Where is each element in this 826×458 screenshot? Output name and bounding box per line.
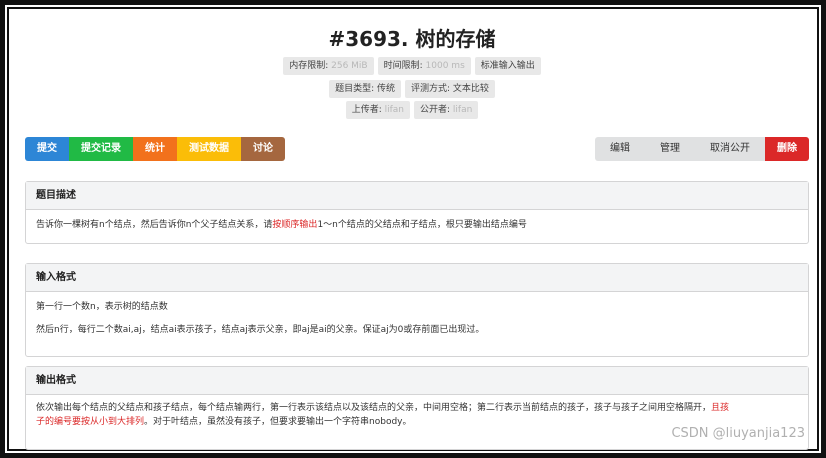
delete-button[interactable]: 删除 xyxy=(765,137,809,161)
submit-button[interactable]: 提交 xyxy=(25,137,69,161)
problem-action-bar: 提交 提交记录 统计 测试数据 讨论 xyxy=(25,137,285,161)
problem-page: #3693. 树的存储 内存限制: 256 MiB 时间限制: 1000 ms … xyxy=(15,15,809,450)
publisher-chip: 公开者: lifan xyxy=(414,101,479,119)
input-format-body: 第一行一个数n，表示树的结点数 然后n行，每行二个数ai,aj，结点ai表示孩子… xyxy=(26,292,808,345)
input-format-line-1: 第一行一个数n，表示树的结点数 xyxy=(36,302,168,312)
input-format-header: 输入格式 xyxy=(26,264,808,292)
uploader-chip: 上传者: lifan xyxy=(345,101,410,119)
csdn-watermark: CSDN @liuyanjia123 xyxy=(671,426,805,441)
time-limit-chip: 时间限制: 1000 ms xyxy=(377,57,471,75)
unpublish-button[interactable]: 取消公开 xyxy=(695,137,765,161)
description-highlight: 按顺序输出 xyxy=(272,220,318,230)
statistics-button[interactable]: 统计 xyxy=(133,137,177,161)
meta-row-limits: 内存限制: 256 MiB 时间限制: 1000 ms 标准输入输出 xyxy=(15,57,809,75)
edit-button[interactable]: 编辑 xyxy=(595,137,645,161)
judge-mode-chip: 评测方式: 文本比较 xyxy=(405,80,495,98)
problem-type-chip: 题目类型: 传统 xyxy=(329,80,401,98)
output-format-header: 输出格式 xyxy=(26,367,808,395)
admin-action-bar: 编辑 管理 取消公开 删除 xyxy=(595,137,809,161)
meta-row-people: 上传者: lifan 公开者: lifan xyxy=(15,101,809,119)
description-header: 题目描述 xyxy=(26,182,808,210)
window-frame: #3693. 树的存储 内存限制: 256 MiB 时间限制: 1000 ms … xyxy=(0,0,826,458)
manage-button[interactable]: 管理 xyxy=(645,137,695,161)
submissions-button[interactable]: 提交记录 xyxy=(69,137,133,161)
io-mode-chip: 标准输入输出 xyxy=(474,57,541,75)
description-panel: 题目描述 告诉你一棵树有n个结点，然后告诉你n个父子结点关系，请按顺序输出1～n… xyxy=(25,181,809,244)
input-format-panel: 输入格式 第一行一个数n，表示树的结点数 然后n行，每行二个数ai,aj，结点a… xyxy=(25,263,809,357)
discuss-button[interactable]: 讨论 xyxy=(241,137,285,161)
memory-limit-chip: 内存限制: 256 MiB xyxy=(283,57,374,75)
meta-row-type: 题目类型: 传统 评测方式: 文本比较 xyxy=(15,80,809,98)
problem-title: #3693. 树的存储 xyxy=(328,27,496,51)
description-body: 告诉你一棵树有n个结点，然后告诉你n个父子结点关系，请按顺序输出1～n个结点的父… xyxy=(36,220,527,230)
input-format-line-2: 然后n行，每行二个数ai,aj，结点ai表示孩子，结点aj表示父亲，即aj是ai… xyxy=(36,325,485,335)
testdata-button[interactable]: 测试数据 xyxy=(177,137,241,161)
